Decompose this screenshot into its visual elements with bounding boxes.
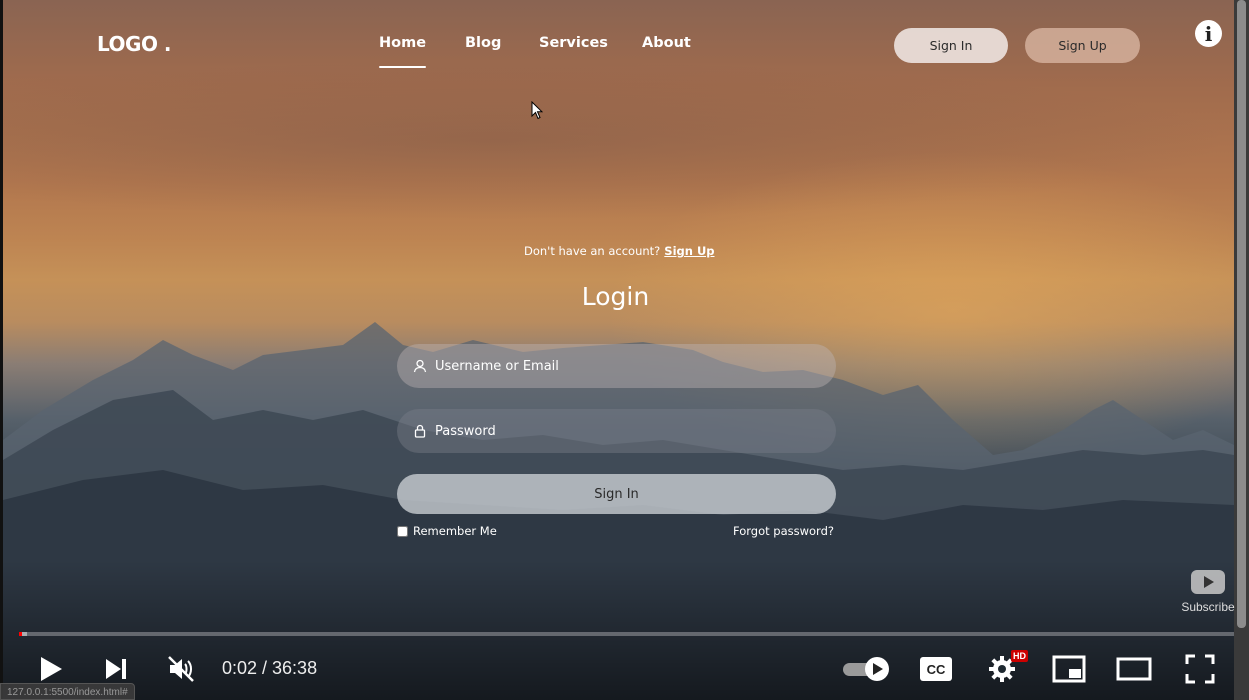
logo[interactable]: LOGO .: [97, 32, 172, 56]
forgot-password-link[interactable]: Forgot password?: [733, 524, 834, 538]
password-input[interactable]: [435, 423, 815, 439]
status-bar-url: 127.0.0.1:5500/index.html#: [0, 683, 135, 700]
username-field[interactable]: [397, 344, 836, 388]
remember-me[interactable]: Remember Me: [397, 524, 497, 538]
remember-me-label: Remember Me: [413, 524, 497, 538]
nav-services[interactable]: Services: [539, 35, 608, 51]
play-button[interactable]: [34, 651, 68, 687]
theater-mode-icon: [1116, 657, 1152, 681]
header-sign-up-button[interactable]: Sign Up: [1025, 28, 1140, 63]
miniplayer-button[interactable]: [1051, 651, 1087, 687]
login-submit-button[interactable]: Sign In: [397, 474, 836, 514]
video-progress-bar[interactable]: [19, 632, 1234, 636]
header-sign-in-button[interactable]: Sign In: [894, 28, 1008, 63]
skip-next-icon: [106, 659, 126, 679]
time-display: 0:02 / 36:38: [222, 658, 318, 678]
scrollbar-thumb[interactable]: [1237, 0, 1246, 628]
captions-button[interactable]: CC: [918, 651, 954, 687]
autoplay-toggle-icon: [843, 657, 889, 681]
miniplayer-icon: [1052, 655, 1086, 683]
cc-label: CC: [927, 662, 946, 677]
mute-button[interactable]: [164, 651, 198, 687]
mouse-cursor-icon: [531, 101, 543, 120]
subscribe-label: Subscribe: [1181, 600, 1235, 614]
hd-badge: HD: [1011, 650, 1028, 662]
login-title: Login: [581, 282, 650, 311]
remember-me-checkbox[interactable]: [397, 525, 408, 537]
play-icon: [41, 657, 62, 681]
fullscreen-icon: [1185, 654, 1215, 684]
progress-played: [19, 632, 22, 636]
user-icon: [413, 359, 427, 373]
lock-icon: [414, 424, 426, 438]
signup-link[interactable]: Sign Up: [664, 244, 714, 258]
next-button[interactable]: [100, 651, 132, 687]
signup-prompt: Don't have an account? Sign Up: [524, 244, 715, 258]
username-input[interactable]: [435, 358, 815, 374]
autoplay-toggle[interactable]: [842, 651, 892, 687]
info-icon[interactable]: i: [1195, 20, 1222, 47]
nav-about[interactable]: About: [642, 35, 691, 51]
fullscreen-button[interactable]: [1184, 651, 1216, 687]
muted-speaker-icon: [168, 656, 194, 682]
nav-blog[interactable]: Blog: [465, 35, 501, 51]
theater-mode-button[interactable]: [1115, 651, 1153, 687]
youtube-icon: [1191, 570, 1225, 594]
signup-prompt-text: Don't have an account?: [524, 244, 661, 258]
nav-home[interactable]: Home: [379, 35, 427, 68]
password-field[interactable]: [397, 409, 836, 453]
subscribe-watermark[interactable]: Subscribe: [1178, 570, 1238, 616]
cc-icon: CC: [920, 657, 952, 681]
